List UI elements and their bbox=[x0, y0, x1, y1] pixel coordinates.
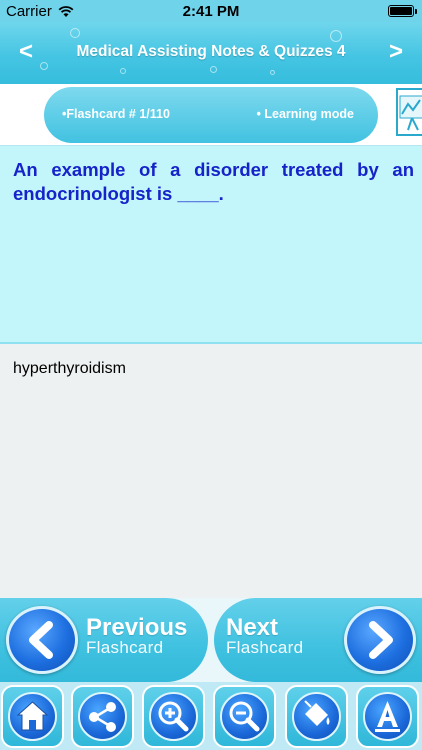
flashcard-navigation: Previous Flashcard Next Flashcard bbox=[0, 598, 422, 682]
paint-bucket-icon bbox=[304, 700, 330, 726]
home-button[interactable] bbox=[1, 685, 64, 748]
previous-sublabel: Flashcard bbox=[86, 638, 164, 657]
share-icon bbox=[89, 702, 116, 732]
zoom-in-icon bbox=[158, 701, 189, 732]
previous-flashcard-button[interactable]: Previous Flashcard bbox=[0, 598, 208, 682]
back-button[interactable]: < bbox=[8, 34, 44, 70]
status-bar: Carrier 2:41 PM bbox=[0, 0, 422, 22]
forward-button[interactable]: > bbox=[378, 34, 414, 70]
bottom-toolbar bbox=[0, 682, 422, 750]
zoom-in-button[interactable] bbox=[142, 685, 205, 748]
zoom-out-button[interactable] bbox=[213, 685, 276, 748]
info-strip: •Flashcard # 1/110 • Learning mode bbox=[0, 84, 422, 146]
flashcard-info-pill: •Flashcard # 1/110 • Learning mode bbox=[44, 87, 378, 143]
answer-panel: hyperthyroidism bbox=[0, 344, 422, 598]
left-arrow-icon bbox=[6, 606, 78, 674]
nav-bar: < Medical Assisting Notes & Quizzes 4 > bbox=[0, 22, 422, 84]
question-text: An example of a disorder treated by an e… bbox=[13, 159, 414, 204]
font-size-button[interactable] bbox=[356, 685, 419, 748]
next-sublabel: Flashcard bbox=[226, 638, 304, 657]
battery-icon bbox=[388, 5, 417, 17]
page-title: Medical Assisting Notes & Quizzes 4 bbox=[76, 43, 346, 60]
chart-icon[interactable] bbox=[396, 88, 422, 136]
home-icon bbox=[16, 701, 49, 731]
right-arrow-icon bbox=[344, 606, 416, 674]
font-icon bbox=[375, 701, 400, 732]
answer-text: hyperthyroidism bbox=[13, 360, 126, 377]
color-theme-button[interactable] bbox=[285, 685, 348, 748]
share-button[interactable] bbox=[71, 685, 134, 748]
next-flashcard-button[interactable]: Next Flashcard bbox=[214, 598, 422, 682]
status-time: 2:41 PM bbox=[182, 3, 240, 20]
zoom-out-icon bbox=[229, 701, 260, 732]
question-panel: An example of a disorder treated by an e… bbox=[0, 146, 422, 344]
flashcard-counter: •Flashcard # 1/110 bbox=[62, 107, 170, 121]
mode-indicator: • Learning mode bbox=[256, 107, 354, 121]
